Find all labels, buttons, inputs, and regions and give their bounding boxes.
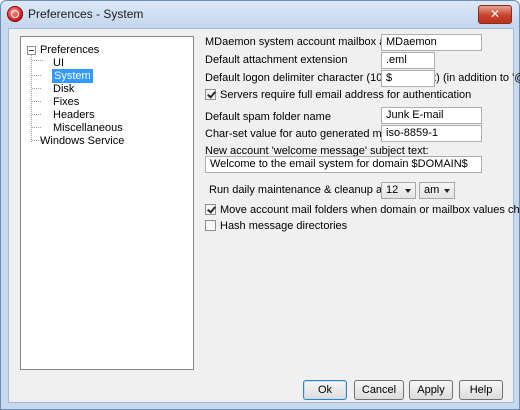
- maintenance-ampm-select[interactable]: am: [419, 182, 455, 199]
- spam-folder-field[interactable]: Junk E-mail: [381, 107, 482, 124]
- tree-item-preferences[interactable]: Preferences: [40, 43, 99, 57]
- preferences-window: Preferences - System ✕ Preferences UI Sy…: [0, 0, 520, 410]
- preferences-tree[interactable]: Preferences UI System Disk Fixes Headers…: [20, 36, 194, 370]
- hash-directories-checkbox[interactable]: [205, 220, 216, 231]
- attachment-extension-field[interactable]: .eml: [381, 52, 435, 69]
- tree-item-miscellaneous[interactable]: Miscellaneous: [53, 121, 123, 135]
- tree-connector: [32, 101, 41, 102]
- tree-connector: [31, 54, 32, 142]
- title-bar: Preferences - System ✕: [1, 1, 519, 27]
- move-folders-checkbox[interactable]: [205, 204, 216, 215]
- logon-delimiter-hint: (in addition to '@'): [443, 72, 520, 84]
- cancel-button[interactable]: Cancel: [354, 380, 404, 400]
- hash-directories-label: Hash message directories: [220, 220, 348, 232]
- tree-connector: [32, 75, 41, 76]
- move-folders-label: Move account mail folders when domain or…: [220, 204, 520, 216]
- tree-item-system[interactable]: System: [52, 69, 93, 83]
- alias-field[interactable]: MDaemon: [381, 34, 482, 51]
- dialog-client-area: Preferences UI System Disk Fixes Headers…: [8, 28, 520, 403]
- help-button[interactable]: Help: [459, 380, 503, 400]
- close-button[interactable]: ✕: [478, 5, 512, 24]
- window-title: Preferences - System: [28, 7, 144, 21]
- alias-label: MDaemon system account mailbox alias: [205, 36, 402, 48]
- chevron-down-icon: [405, 189, 411, 193]
- tree-connector: [32, 60, 43, 61]
- servers-require-label: Servers require full email address for a…: [220, 89, 472, 101]
- apply-button[interactable]: Apply: [409, 380, 453, 400]
- attachment-extension-label: Default attachment extension: [205, 54, 348, 66]
- ok-button[interactable]: Ok: [303, 380, 347, 400]
- tree-item-fixes[interactable]: Fixes: [53, 95, 79, 109]
- tree-item-windows-service[interactable]: Windows Service: [40, 134, 124, 148]
- tree-item-headers[interactable]: Headers: [53, 108, 95, 122]
- spam-folder-label: Default spam folder name: [205, 111, 331, 123]
- app-logo-icon: [7, 6, 23, 22]
- maintenance-hour-select[interactable]: 12: [381, 182, 416, 199]
- charset-field[interactable]: iso-8859-1: [381, 125, 482, 142]
- chevron-down-icon: [444, 189, 450, 193]
- tree-connector: [32, 88, 41, 89]
- maintenance-ampm-value: am: [424, 184, 440, 196]
- close-icon: ✕: [489, 7, 501, 21]
- tree-item-ui[interactable]: UI: [53, 56, 64, 70]
- logon-delimiter-field[interactable]: $: [381, 70, 435, 87]
- tree-connector: [32, 114, 41, 115]
- tree-item-disk[interactable]: Disk: [53, 82, 74, 96]
- servers-require-checkbox[interactable]: [205, 89, 216, 100]
- tree-connector: [32, 127, 41, 128]
- maintenance-hour-value: 12: [386, 184, 399, 196]
- welcome-subject-field[interactable]: Welcome to the email system for domain $…: [205, 156, 482, 173]
- maintenance-label: Run daily maintenance & cleanup at: [209, 184, 386, 196]
